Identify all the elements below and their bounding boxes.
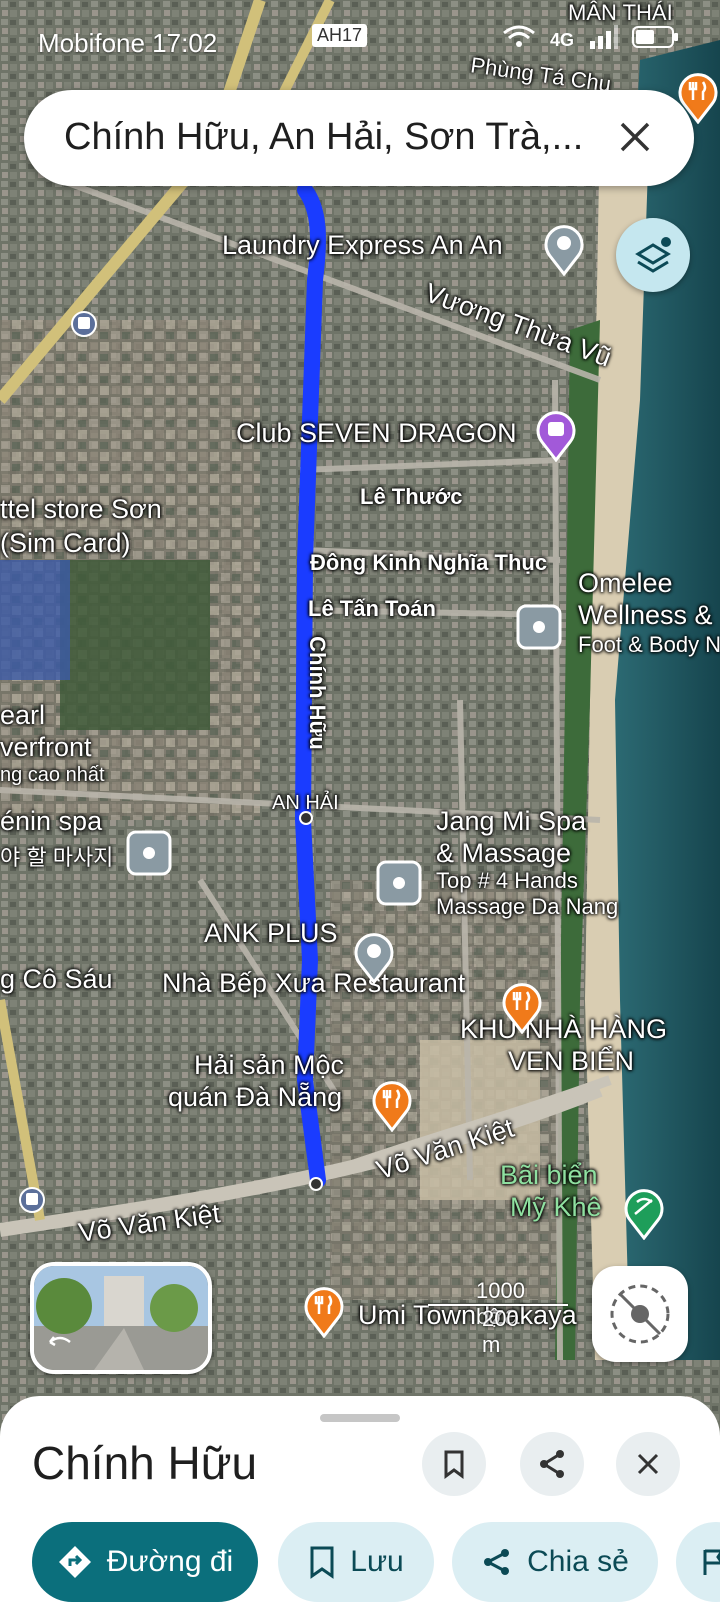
poi-label: ttel store Sơn (0, 494, 162, 524)
poi-label: & Massage (436, 838, 572, 868)
road-label: Đông Kinh Nghĩa Thục (310, 550, 548, 575)
layers-icon (616, 237, 690, 296)
road-label-chinh-huu: Chính Hữu (304, 636, 330, 750)
share-button[interactable] (520, 1432, 584, 1496)
restaurant-pin-icon[interactable] (302, 1286, 346, 1343)
share-icon (540, 1450, 564, 1478)
road-label: Lê Thước (360, 484, 463, 509)
directions-button[interactable]: Đường đi (32, 1522, 258, 1602)
network-type: 4G (549, 30, 574, 50)
poi-label: g Cô Sáu (0, 964, 113, 994)
poi-label: VEN BIỂN (508, 1046, 635, 1076)
location-off-icon (592, 1284, 688, 1366)
poi-label: ng cao nhất (0, 764, 105, 786)
poi-label: Hải sản Mộc (194, 1050, 345, 1080)
wifi-icon (502, 24, 536, 57)
spa-square-icon[interactable] (516, 604, 562, 655)
road-label-highway: AH17 (312, 24, 368, 47)
restaurant-pin-icon[interactable] (500, 982, 544, 1039)
my-location-button[interactable] (592, 1266, 688, 1362)
drag-handle[interactable] (320, 1414, 400, 1422)
poi-label: (Sim Card) (0, 528, 131, 558)
poi-label: Jang Mi Spa (436, 806, 587, 836)
close-icon (637, 1453, 659, 1475)
place-sheet[interactable]: Chính Hữu Đường đi Lưu Chia sẻ (0, 1396, 720, 1610)
beach-pin-icon[interactable] (622, 1188, 666, 1245)
nightlife-pin-icon[interactable] (534, 410, 578, 467)
poi-label: KHU NHÀ HÀNG (460, 1014, 668, 1044)
poi-label: Omelee (578, 568, 673, 598)
spa-square-icon[interactable] (376, 860, 422, 911)
generic-pin-icon[interactable] (542, 224, 586, 281)
generic-pin-icon[interactable] (352, 932, 396, 989)
search-query[interactable]: Chính Hữu, An Hải, Sơn Trà,... (64, 116, 583, 159)
layers-button[interactable] (616, 218, 690, 292)
spa-square-icon[interactable] (126, 830, 172, 881)
share-icon (484, 1549, 510, 1575)
save-button[interactable]: Lưu (278, 1522, 434, 1602)
street-view-thumbnail[interactable] (30, 1262, 212, 1374)
poi-label: Mỹ Khê (510, 1192, 602, 1222)
poi-label: earl (0, 700, 46, 730)
more-chip-button[interactable] (676, 1522, 720, 1602)
close-sheet-button[interactable] (616, 1432, 680, 1496)
signal-icon (588, 25, 618, 56)
battery-icon (632, 25, 680, 56)
rotate-360-icon (46, 1332, 74, 1357)
directions-icon (58, 1546, 91, 1578)
carrier-time: Mobifone 17:02 (38, 28, 218, 58)
poi-label: quán Đà Nẵng (168, 1082, 343, 1112)
save-label: Lưu (350, 1545, 404, 1578)
bookmark-icon (444, 1450, 464, 1479)
search-bar[interactable]: Chính Hữu, An Hải, Sơn Trà,... (24, 90, 694, 186)
poi-label: Nhà Bếp Xưa Restaurant (162, 968, 466, 998)
road-label: Lê Tấn Toán (308, 596, 436, 621)
share-label: Chia sẻ (527, 1545, 629, 1578)
poi-label: Top # 4 Hands (436, 868, 578, 893)
bookmark-icon (310, 1546, 334, 1579)
flag-icon (703, 1549, 720, 1575)
poi-label: Massage Da Nang (436, 894, 619, 919)
directions-label: Đường đi (106, 1545, 234, 1578)
poi-label: verfront (0, 732, 92, 762)
poi-label: MÂN THÁI (568, 0, 673, 25)
place-title: Chính Hữu (32, 1437, 258, 1489)
restaurant-pin-icon[interactable] (370, 1080, 414, 1137)
poi-label: Club SEVEN DRAGON (236, 418, 517, 448)
bookmark-button[interactable] (422, 1432, 486, 1496)
poi-label: Laundry Express An An (222, 230, 503, 260)
poi-label: Bãi biển (500, 1160, 598, 1190)
poi-label: Foot & Body N (578, 632, 720, 657)
bus-stop-icon[interactable] (70, 310, 98, 343)
bus-stop-icon[interactable] (18, 1186, 46, 1219)
scale-meters: 200 m (482, 1306, 519, 1357)
share-chip-button[interactable]: Chia sẻ (452, 1522, 658, 1602)
close-icon[interactable] (610, 112, 660, 162)
status-icons: 4G (502, 24, 680, 57)
area-label: AN HẢI (272, 792, 339, 814)
poi-label: énin spa (0, 806, 103, 836)
poi-label: ANK PLUS (204, 918, 338, 948)
poi-label: Wellness & (578, 600, 713, 630)
poi-label: 야 할 마사지 (0, 845, 114, 870)
